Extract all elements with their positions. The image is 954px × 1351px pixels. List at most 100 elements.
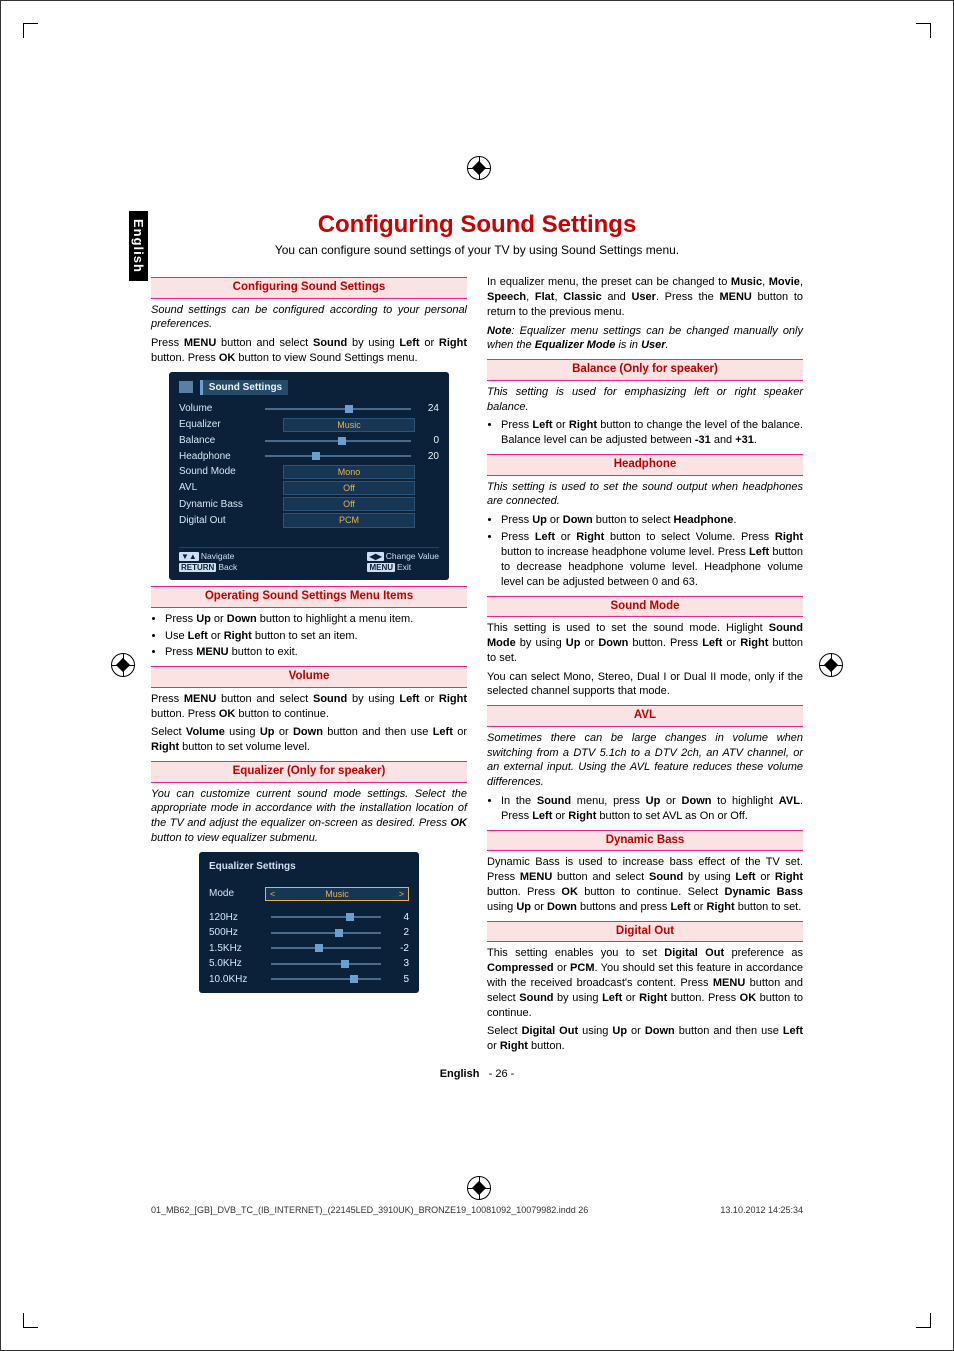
text: This setting enables you to set Digital … [487,946,803,1020]
osd-mode-select: < Music > [265,887,409,901]
heading-configuring: Configuring Sound Settings [151,277,467,299]
osd-value: 5 [387,973,409,987]
text: You can select Mono, Stereo, Dual I or D… [487,670,803,700]
osd-value: -2 [387,942,409,956]
page: English Configuring Sound Settings You c… [0,0,954,1351]
exit-hint: MENUExit [367,562,411,572]
osd-value: Music [283,418,415,432]
osd-label: Headphone [179,450,259,464]
osd-row: 1.5KHz -2 [209,941,409,957]
osd-label: 120Hz [209,911,265,925]
crop-mark [23,23,38,38]
osd-label: Balance [179,434,259,448]
footer-page: - 26 - [489,1068,515,1080]
list-item: Press Left or Right button to select Vol… [501,530,803,589]
change-hint: ◀▶Change Value [367,551,439,561]
heading-volume: Volume [151,666,467,688]
osd-row: Digital Out PCM [179,512,439,528]
heading-balance: Balance (Only for speaker) [487,359,803,381]
list-item: Press Up or Down button to highlight a m… [165,612,467,627]
page-subtitle: You can configure sound settings of your… [151,243,803,257]
heading-equalizer: Equalizer (Only for speaker) [151,761,467,783]
osd-value: 3 [387,957,409,971]
list-item: Press MENU button to exit. [165,645,467,660]
osd-sound-settings: Sound Settings Volume 24EqualizerMusicBal… [169,372,449,580]
left-column: Configuring Sound Settings Sound setting… [151,271,467,1058]
text: Press MENU button and select Sound by us… [151,692,467,722]
heading-sound-mode: Sound Mode [487,596,803,618]
text: You can customize current sound mode set… [151,787,467,846]
osd-value: PCM [283,513,415,527]
text: This setting is used to set the sound mo… [487,621,803,666]
osd-label: Dynamic Bass [179,498,259,512]
osd-label: Sound Mode [179,465,259,479]
osd-value: Off [283,497,415,511]
heading-headphone: Headphone [487,454,803,476]
osd-label: 10.0KHz [209,973,265,987]
sound-icon [179,381,193,393]
osd-row: 500Hz 2 [209,925,409,941]
note: Note: Equalizer menu settings can be cha… [487,324,803,354]
list: In the Sound menu, press Up or Down to h… [487,794,803,824]
content-area: English Configuring Sound Settings You c… [151,211,803,1180]
crop-mark [916,23,931,38]
list-item: Press Up or Down button to select Headph… [501,513,803,528]
text: Sound settings can be configured accordi… [151,303,467,333]
osd-label: Digital Out [179,514,259,528]
osd-label: 5.0KHz [209,957,265,971]
crop-mark [916,1313,931,1328]
page-footer: English - 26 - [151,1068,803,1080]
osd-footer: ▼▲Navigate RETURNBack ◀▶Change Value MEN… [179,547,439,575]
print-footer: 01_MB62_[GB]_DVB_TC_(IB_INTERNET)_(22145… [151,1205,803,1215]
list-item: In the Sound menu, press Up or Down to h… [501,794,803,824]
list: Press Up or Down button to select Headph… [487,513,803,589]
text: This setting is used to set the sound ou… [487,480,803,510]
osd-row: Headphone 20 [179,449,439,465]
chevron-left-icon: < [270,888,275,900]
osd-value: 20 [417,450,439,464]
osd-label: 500Hz [209,926,265,940]
chevron-right-icon: > [399,888,404,900]
osd-row: AVL Off [179,480,439,496]
registration-mark-icon [111,653,135,677]
osd-value: 4 [387,911,409,925]
osd-row: Sound Mode Mono [179,464,439,480]
osd-value: Off [283,481,415,495]
osd-title: Equalizer Settings [209,860,296,874]
osd-value: 0 [417,434,439,448]
osd-label: Volume [179,402,259,416]
language-tab: English [129,211,148,281]
list-item: Press Left or Right button to change the… [501,418,803,448]
osd-title-row: Sound Settings [179,380,439,402]
heading-dynamic-bass: Dynamic Bass [487,830,803,852]
list-item: Use Left or Right button to set an item. [165,629,467,644]
list: Press Left or Right button to change the… [487,418,803,448]
columns: Configuring Sound Settings Sound setting… [151,271,803,1058]
osd-value: Mono [283,465,415,479]
right-column: In equalizer menu, the preset can be cha… [487,271,803,1058]
registration-mark-icon [467,156,491,180]
osd-label: AVL [179,481,259,495]
osd-value: 2 [387,926,409,940]
text: In equalizer menu, the preset can be cha… [487,275,803,320]
page-title: Configuring Sound Settings [151,211,803,239]
footer-lang: English [440,1068,480,1080]
text: This setting is used for emphasizing lef… [487,385,803,415]
osd-value: 24 [417,402,439,416]
heading-operating: Operating Sound Settings Menu Items [151,586,467,608]
registration-mark-icon [819,653,843,677]
back-hint: RETURNBack [179,562,237,572]
text: Press MENU button and select Sound by us… [151,336,467,366]
osd-row: Dynamic Bass Off [179,496,439,512]
text: Select Digital Out using Up or Down butt… [487,1024,803,1054]
osd-row: Volume 24 [179,401,439,417]
osd-value: Music [325,888,349,900]
text: Dynamic Bass is used to increase bass ef… [487,855,803,914]
crop-mark [23,1313,38,1328]
osd-label: 1.5KHz [209,942,265,956]
list: Press Up or Down button to highlight a m… [151,612,467,661]
osd-row: 5.0KHz 3 [209,956,409,972]
nav-hint: ▼▲Navigate [179,551,234,561]
osd-row: EqualizerMusic [179,417,439,433]
osd-label: Mode [209,887,265,901]
